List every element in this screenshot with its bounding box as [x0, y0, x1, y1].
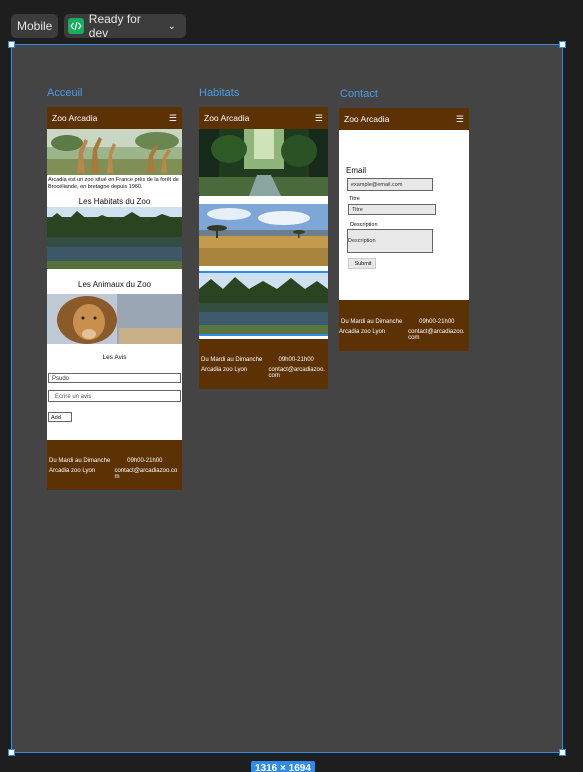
- animaux-section-title: Les Animaux du Zoo: [78, 280, 151, 289]
- footer-email[interactable]: contact@arcadiazoo.com: [269, 367, 327, 379]
- footer-hours: 09h00-21h00: [127, 458, 163, 464]
- app-footer: Du Mardi au Dimanche 09h00-21h00 Arcadia…: [47, 440, 182, 490]
- resize-handle[interactable]: [8, 41, 15, 48]
- app-header: Zoo Arcadia ☰: [47, 107, 182, 129]
- app-footer: Du Mardi au Dimanche 09h00-21h00 Arcadia…: [339, 300, 469, 351]
- footer-days: Du Mardi au Dimanche: [49, 458, 111, 464]
- app-title: Zoo Arcadia: [52, 113, 98, 123]
- app-footer: Du Mardi au Dimanche 09h00-21h00 Arcadia…: [199, 339, 328, 389]
- email-label: Email: [346, 166, 367, 175]
- add-button[interactable]: Add: [48, 412, 72, 422]
- app-title: Zoo Arcadia: [344, 114, 390, 124]
- resize-handle[interactable]: [8, 749, 15, 756]
- resize-handle[interactable]: [559, 749, 566, 756]
- footer-address: Arcadia zoo Lyon: [201, 367, 248, 373]
- lake-image: [47, 207, 182, 269]
- email-input[interactable]: example@email.com: [347, 178, 433, 191]
- status-label: Ready for dev: [88, 12, 141, 40]
- page-label-accueil[interactable]: Acceuil: [47, 87, 82, 99]
- footer-days: Du Mardi au Dimanche: [201, 357, 263, 363]
- contact-screen[interactable]: Zoo Arcadia ☰ Email example@email.com Ti…: [339, 108, 469, 351]
- resize-handle[interactable]: [559, 41, 566, 48]
- hamburger-menu-icon[interactable]: ☰: [315, 113, 323, 124]
- description-label: Description: [350, 222, 378, 228]
- submit-button[interactable]: Submit: [348, 258, 376, 269]
- avis-input[interactable]: Ecrire un avis: [48, 390, 181, 402]
- code-icon: [68, 18, 84, 34]
- mobile-button[interactable]: Mobile: [11, 14, 59, 38]
- intro-text: Arcadia est un zoo situé en France près …: [48, 177, 179, 190]
- habitats-screen[interactable]: Zoo Arcadia ☰ Du Mardi au Dimanche 09h00…: [199, 107, 328, 389]
- footer-address: Arcadia zoo Lyon: [339, 329, 386, 335]
- chevron-down-icon: ⌄: [167, 20, 176, 32]
- page-label-habitats[interactable]: Habitats: [199, 87, 239, 99]
- footer-hours: 09h00-21h00: [278, 357, 314, 363]
- page-label-contact[interactable]: Contact: [340, 88, 378, 100]
- footer-address: Arcadia zoo Lyon: [49, 468, 96, 474]
- footer-email[interactable]: contact@arcadiazoo.com: [115, 468, 181, 480]
- hamburger-menu-icon[interactable]: ☰: [169, 113, 177, 124]
- giraffe-image: [47, 129, 182, 175]
- frame-size-badge: 1316 × 1694: [251, 761, 315, 772]
- app-header: Zoo Arcadia ☰: [339, 108, 469, 130]
- description-textarea[interactable]: Description: [347, 229, 433, 253]
- avis-section-title: Les Avis: [102, 354, 127, 361]
- app-header: Zoo Arcadia ☰: [199, 107, 328, 129]
- accueil-screen[interactable]: Zoo Arcadia ☰ Arcadia est un zoo situé e…: [47, 107, 182, 490]
- titre-label: Titre: [349, 196, 360, 202]
- hamburger-menu-icon[interactable]: ☰: [456, 114, 464, 125]
- footer-email[interactable]: contact@arcadiazoo.com: [408, 329, 467, 341]
- lion-image: [47, 294, 182, 344]
- pseudo-input[interactable]: Psudo: [48, 373, 181, 383]
- footer-days: Du Mardi au Dimanche: [341, 319, 403, 325]
- footer-hours: 09h00-21h00: [419, 319, 455, 325]
- app-title: Zoo Arcadia: [204, 113, 250, 123]
- jungle-image: [199, 129, 328, 196]
- habitats-section-title: Les Habitats du Zoo: [78, 197, 151, 206]
- titre-input[interactable]: Titre: [348, 204, 436, 215]
- ready-for-dev-button[interactable]: Ready for dev ⌄: [64, 12, 186, 40]
- savanna-image: [199, 204, 328, 266]
- lake-image-selected[interactable]: [199, 271, 328, 336]
